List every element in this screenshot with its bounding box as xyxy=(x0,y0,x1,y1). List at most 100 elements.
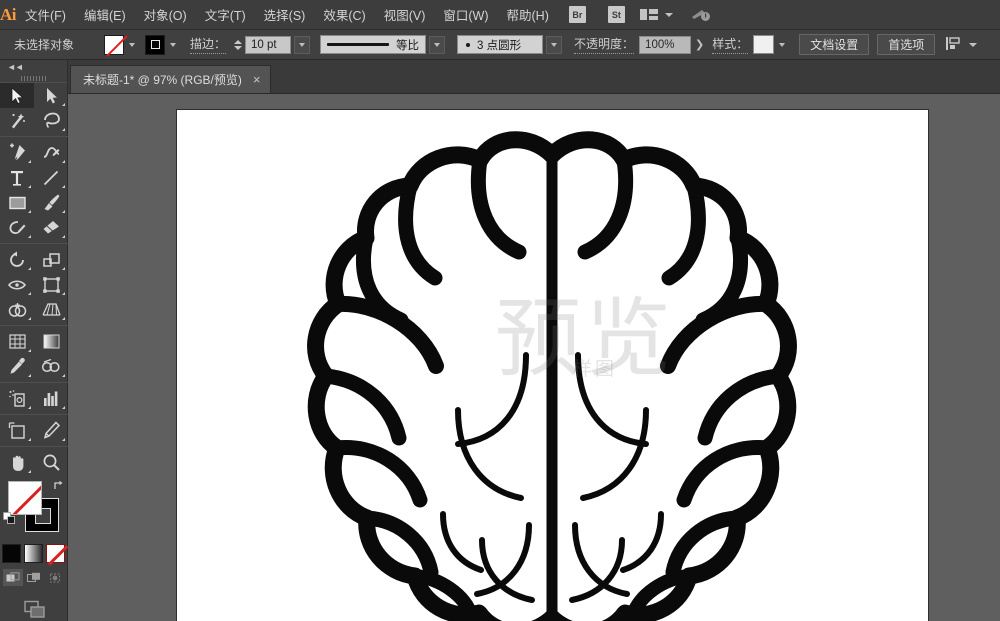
color-button[interactable] xyxy=(2,544,21,563)
preferences-button[interactable]: 首选项 xyxy=(877,34,935,55)
screen-mode-button[interactable] xyxy=(0,586,67,621)
line-segment-tool[interactable] xyxy=(34,165,68,190)
menu-bar-right-cluster: Br St xyxy=(558,6,1000,24)
paintbrush-tool[interactable] xyxy=(34,190,68,215)
close-icon[interactable]: × xyxy=(251,73,263,86)
style-label[interactable]: 样式： xyxy=(712,35,748,54)
stroke-profile-combo[interactable]: 等比 xyxy=(320,35,445,54)
stroke-weight-value[interactable]: 10 pt xyxy=(245,36,291,54)
stroke-profile-value: 等比 xyxy=(396,37,419,53)
document-tab-title: 未标题-1* @ 97% (RGB/预览) xyxy=(83,71,242,88)
align-dropdown-icon[interactable] xyxy=(969,43,977,47)
tools-panel-collapse-icon[interactable]: ◄◄ xyxy=(0,60,67,74)
fill-color-box[interactable] xyxy=(8,481,42,515)
app-logo-icon: Ai xyxy=(0,0,16,30)
scale-tool[interactable] xyxy=(34,247,68,272)
perspective-grid-tool[interactable] xyxy=(34,297,68,322)
pen-tool[interactable] xyxy=(0,140,34,165)
brush-preview-icon xyxy=(466,43,470,47)
draw-behind-button[interactable] xyxy=(24,569,44,586)
collapse-arrows-label: ◄◄ xyxy=(7,62,23,72)
brush-definition-value: 3 点圆形 xyxy=(477,37,521,53)
mesh-tool[interactable] xyxy=(0,329,34,354)
stock-button[interactable]: St xyxy=(608,6,625,23)
brush-definition-field[interactable]: 3 点圆形 xyxy=(457,35,543,54)
direct-selection-tool[interactable] xyxy=(34,83,68,108)
stroke-profile-preview-icon xyxy=(327,43,389,46)
menu-view[interactable]: 视图(V) xyxy=(375,0,435,30)
draw-inside-button[interactable] xyxy=(45,569,65,586)
stroke-profile-field[interactable]: 等比 xyxy=(320,35,426,54)
color-mode-buttons xyxy=(0,541,67,563)
slice-tool[interactable] xyxy=(34,418,68,443)
menu-object[interactable]: 对象(O) xyxy=(135,0,196,30)
blend-tool[interactable] xyxy=(34,354,68,379)
menu-file[interactable]: 文件(F) xyxy=(16,0,75,30)
tools-panel-drag-handle[interactable] xyxy=(0,74,67,83)
eraser-tool[interactable] xyxy=(34,215,68,240)
brain-illustration[interactable] xyxy=(177,110,928,621)
menu-edit[interactable]: 编辑(E) xyxy=(75,0,135,30)
rectangle-tool[interactable] xyxy=(0,190,34,215)
opacity-label[interactable]: 不透明度： xyxy=(574,35,634,54)
menu-effect[interactable]: 效果(C) xyxy=(314,0,374,30)
brush-definition-dropdown-icon[interactable] xyxy=(546,36,562,54)
stroke-weight-dropdown-icon[interactable] xyxy=(294,36,310,54)
document-setup-button[interactable]: 文档设置 xyxy=(799,34,869,55)
document-canvas[interactable]: 预览 样图 xyxy=(68,94,1000,621)
document-tab[interactable]: 未标题-1* @ 97% (RGB/预览) × xyxy=(70,65,271,93)
magic-wand-tool[interactable] xyxy=(0,108,34,133)
arrange-documents-icon[interactable] xyxy=(640,9,658,20)
selection-tool[interactable] xyxy=(0,83,34,108)
zoom-tool[interactable] xyxy=(34,450,68,475)
free-transform-tool[interactable] xyxy=(34,272,68,297)
type-tool[interactable] xyxy=(0,165,34,190)
shape-builder-tool[interactable] xyxy=(0,297,34,322)
align-to-artboard-icon[interactable] xyxy=(945,36,962,54)
brush-definition-combo[interactable]: 3 点圆形 xyxy=(457,35,562,54)
shaper-tool[interactable] xyxy=(0,215,34,240)
hand-tool[interactable] xyxy=(0,450,34,475)
tools-grid xyxy=(0,83,68,475)
stroke-swatch[interactable] xyxy=(145,35,165,55)
selection-status-label: 未选择对象 xyxy=(14,36,74,53)
none-button[interactable] xyxy=(46,544,65,563)
menu-window[interactable]: 窗口(W) xyxy=(434,0,497,30)
fill-swatch[interactable] xyxy=(104,35,124,55)
draw-normal-button[interactable] xyxy=(3,569,23,586)
menu-help[interactable]: 帮助(H) xyxy=(498,0,558,30)
lasso-tool[interactable] xyxy=(34,108,68,133)
bridge-button[interactable]: Br xyxy=(569,6,586,23)
gradient-button[interactable] xyxy=(24,544,43,563)
column-graph-tool[interactable] xyxy=(34,386,68,411)
style-dropdown-icon[interactable] xyxy=(774,35,789,55)
swap-fill-stroke-icon[interactable] xyxy=(53,479,65,491)
illustrator-window: Ai 文件(F) 编辑(E) 对象(O) 文字(T) 选择(S) 效果(C) 视… xyxy=(0,0,1000,621)
artboard-tool[interactable] xyxy=(0,418,34,443)
artboard[interactable]: 预览 样图 xyxy=(176,109,929,621)
menu-type[interactable]: 文字(T) xyxy=(196,0,255,30)
gradient-tool[interactable] xyxy=(34,329,68,354)
chevron-down-icon[interactable] xyxy=(665,13,673,17)
opacity-expand-icon[interactable]: ❯ xyxy=(695,38,704,51)
stroke-weight-label[interactable]: 描边： xyxy=(190,35,226,54)
width-tool[interactable] xyxy=(0,272,34,297)
document-tab-bar: 未标题-1* @ 97% (RGB/预览) × xyxy=(0,60,1000,94)
stroke-dropdown-icon[interactable] xyxy=(165,35,180,55)
stroke-profile-dropdown-icon[interactable] xyxy=(429,36,445,54)
stroke-weight-combo[interactable]: 10 pt xyxy=(245,36,310,54)
menu-select[interactable]: 选择(S) xyxy=(255,0,315,30)
default-fill-stroke-icon[interactable] xyxy=(3,512,16,525)
symbol-sprayer-tool[interactable] xyxy=(0,386,34,411)
stroke-weight-stepper[interactable] xyxy=(232,40,243,50)
tools-panel: ◄◄ xyxy=(0,60,68,621)
menu-bar: Ai 文件(F) 编辑(E) 对象(O) 文字(T) 选择(S) 效果(C) 视… xyxy=(0,0,1000,30)
rotate-tool[interactable] xyxy=(0,247,34,272)
workspace-switcher-icon[interactable] xyxy=(691,6,711,24)
curvature-tool[interactable] xyxy=(34,140,68,165)
graphic-style-swatch[interactable] xyxy=(753,35,774,54)
fill-stroke-controls xyxy=(0,479,68,541)
eyedropper-tool[interactable] xyxy=(0,354,34,379)
opacity-value-input[interactable]: 100% xyxy=(639,36,691,54)
draw-mode-buttons xyxy=(0,563,67,586)
